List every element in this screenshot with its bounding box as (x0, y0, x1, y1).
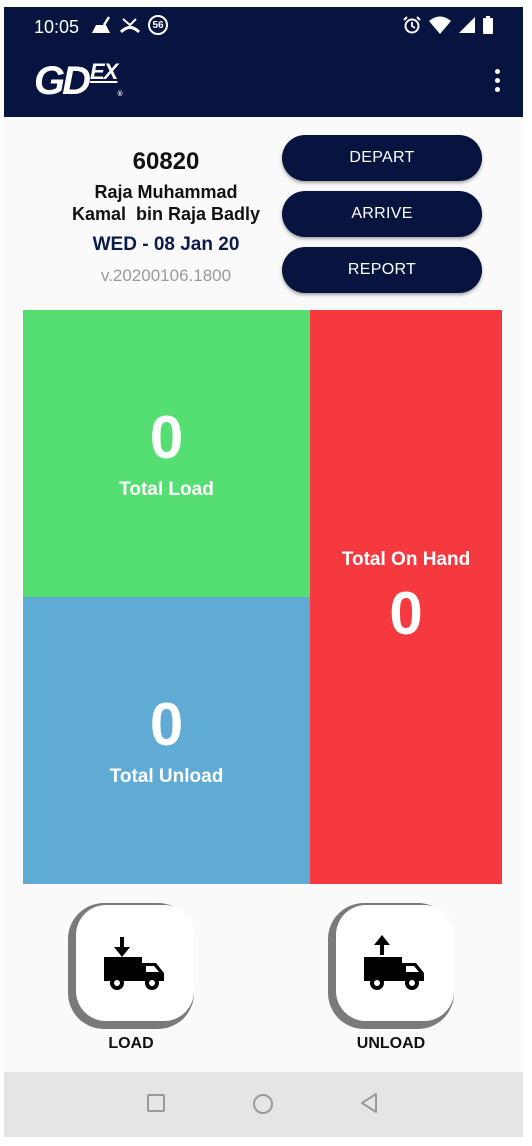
status-time: 10:05 (34, 17, 80, 37)
truck-load-icon (104, 937, 164, 990)
more-vert-icon[interactable] (493, 69, 501, 92)
logo-ex-text: EX (90, 59, 118, 84)
battery-icon (483, 16, 493, 34)
total-on-hand-value: 0 (389, 580, 423, 647)
app-version: v.20200106.1800 (100, 266, 232, 285)
action-buttons: DEPART ARRIVE REPORT (282, 135, 482, 293)
stats-grid: 0 Total Load 0 Total Unload Total On Han… (23, 310, 502, 884)
current-date: WED - 08 Jan 20 (92, 234, 240, 255)
total-load-tile[interactable]: 0 Total Load (23, 310, 310, 597)
app-bar: GD EX ® (4, 47, 523, 117)
missed-call-icon (120, 18, 140, 34)
total-on-hand-label: Total On Hand (341, 549, 471, 570)
total-unload-tile[interactable]: 0 Total Unload (23, 597, 310, 884)
home-circle-icon[interactable] (253, 1094, 273, 1114)
load-button[interactable] (76, 905, 194, 1021)
profile-info: 60820 Raja Muhammad Kamal bin Raja Badly… (34, 147, 298, 287)
badge-icon: 56 (148, 15, 168, 35)
total-unload-label: Total Unload (109, 765, 224, 787)
total-load-label: Total Load (119, 478, 214, 500)
logo-registered-mark: ® (117, 91, 123, 98)
cleaning-icon (92, 16, 111, 33)
depart-button[interactable]: DEPART (282, 135, 482, 181)
status-bar: 10:05 56 (4, 7, 523, 47)
back-triangle-icon[interactable] (359, 1092, 379, 1114)
report-button[interactable]: REPORT (282, 247, 482, 293)
truck-unload-icon (364, 935, 424, 990)
total-unload-value: 0 (149, 690, 184, 758)
load-label: LOAD (108, 1035, 154, 1052)
total-on-hand-tile[interactable]: Total On Hand 0 (310, 310, 502, 884)
unload-button[interactable] (336, 905, 454, 1021)
staff-name: Raja Muhammad Kamal bin Raja Badly (71, 182, 261, 224)
system-nav-bar (4, 1072, 523, 1137)
recents-square-icon[interactable] (147, 1094, 165, 1112)
wifi-icon (429, 16, 451, 34)
logo-gd-text: GD (34, 59, 91, 103)
signal-icon (459, 17, 475, 33)
app-screen: 10:05 56 GD EX ® 60820 Raja Muhammad Kam… (4, 7, 523, 1137)
gdex-logo: GD EX ® (34, 59, 123, 103)
staff-id: 60820 (132, 148, 200, 175)
unload-label: UNLOAD (356, 1035, 426, 1052)
total-load-value: 0 (149, 403, 184, 471)
arrive-button[interactable]: ARRIVE (282, 191, 482, 237)
alarm-icon (403, 16, 421, 34)
